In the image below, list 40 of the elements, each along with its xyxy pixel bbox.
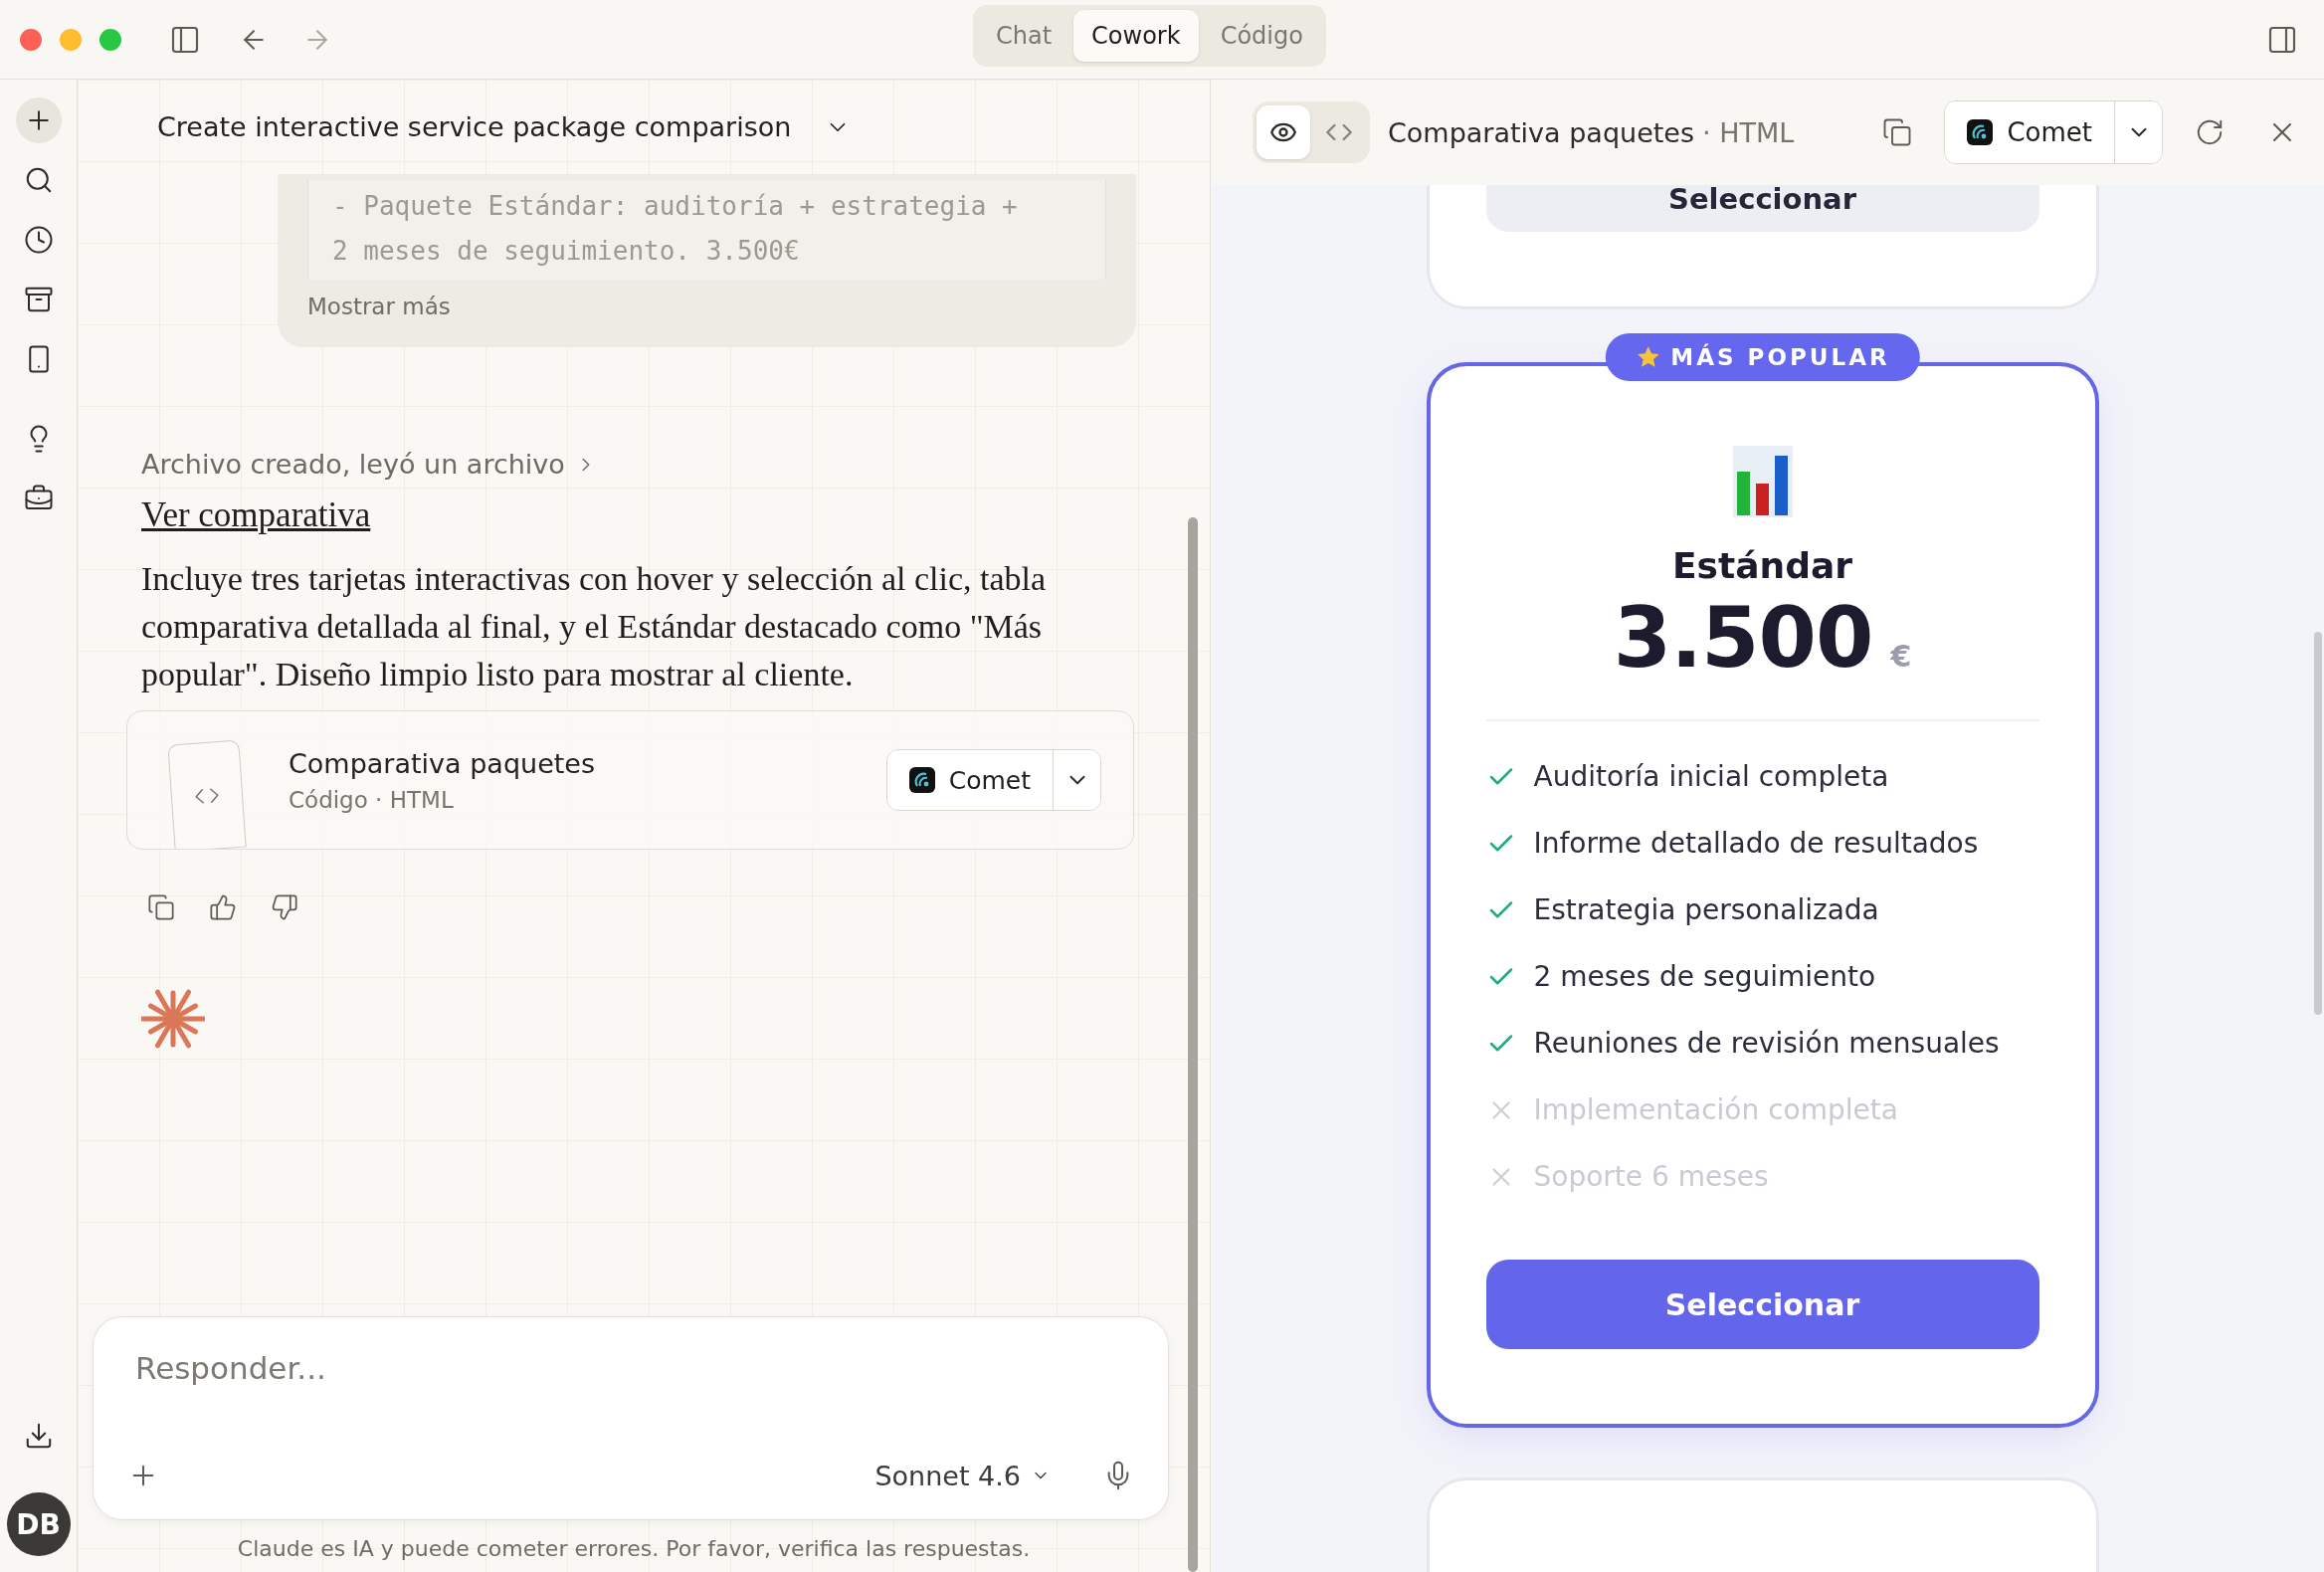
mode-tab[interactable]: Código [1202,10,1321,62]
sparkle-logo-icon [141,987,205,1051]
comet-logo-icon [908,767,935,793]
scrollbar[interactable] [1188,517,1198,1572]
popular-badge: MÁS POPULAR [1605,333,1920,381]
reply-input-field[interactable]: Responder... [121,1343,1140,1393]
file-type-label: · HTML [1702,116,1795,148]
comet-logo-icon [1967,119,1994,145]
close-window-button[interactable] [20,28,42,51]
preview-title: Comparativa paquetes [1388,116,1694,148]
artifact-card[interactable]: Comparativa paquetes Código · HTML Comet [126,710,1134,850]
feature-text: Auditoría inicial completa [1533,760,1889,793]
bar-chart-icon [1732,446,1793,517]
show-more-button[interactable]: Mostrar más [307,294,451,319]
activity-summary[interactable]: Archivo creado, leyó un archivo [141,449,597,480]
chat-title[interactable]: Create interactive service package comparison [157,111,852,142]
model-selector[interactable]: Sonnet 4.6 [869,1459,1057,1492]
package-price: 3.500 [1613,596,1873,680]
message-text: Incluye tres tarjetas interactivas con hover y selección al clic, tabla comparativa detallada al final, y el Estándar destacado como "Más popular". Diseño limpio listo para mostrar al cliente. [141,559,1048,694]
feature-text: Reuniones de revisión mensuales [1533,1027,2000,1060]
code-line: 2 meses de seguimiento. 3.500€ [332,235,801,268]
artifact-title: Comparativa paquetes [289,747,596,779]
feature-text: 2 meses de seguimiento [1533,960,1876,993]
select-button[interactable]: Seleccionar [1485,1260,2039,1349]
star-icon [1635,344,1661,370]
select-button[interactable]: Seleccionar [1485,185,2039,232]
user-avatar[interactable]: DB [6,1492,71,1556]
view-link[interactable]: Ver comparativa [141,495,371,535]
package-name: Estándar [1672,545,1852,586]
feature-text: Estrategia personalizada [1533,893,1879,926]
mode-tab[interactable]: Chat [978,10,1070,62]
mode-tab[interactable]: Cowork [1073,10,1199,62]
preview-view-button[interactable] [1257,105,1310,159]
new-chat-button[interactable] [15,98,62,143]
disclaimer-text: Claude es IA y puede cometer errores. Por favor, verifica las respuestas. [236,1536,1032,1561]
artifact-subtitle: Código · HTML [289,786,455,813]
code-line: - Paquete Estándar: auditoría + estrategia + [332,190,1019,223]
scrollbar[interactable] [2314,632,2322,1015]
feature-text: Informe detallado de resultados [1533,827,1979,860]
currency-label: € [1890,639,1912,674]
